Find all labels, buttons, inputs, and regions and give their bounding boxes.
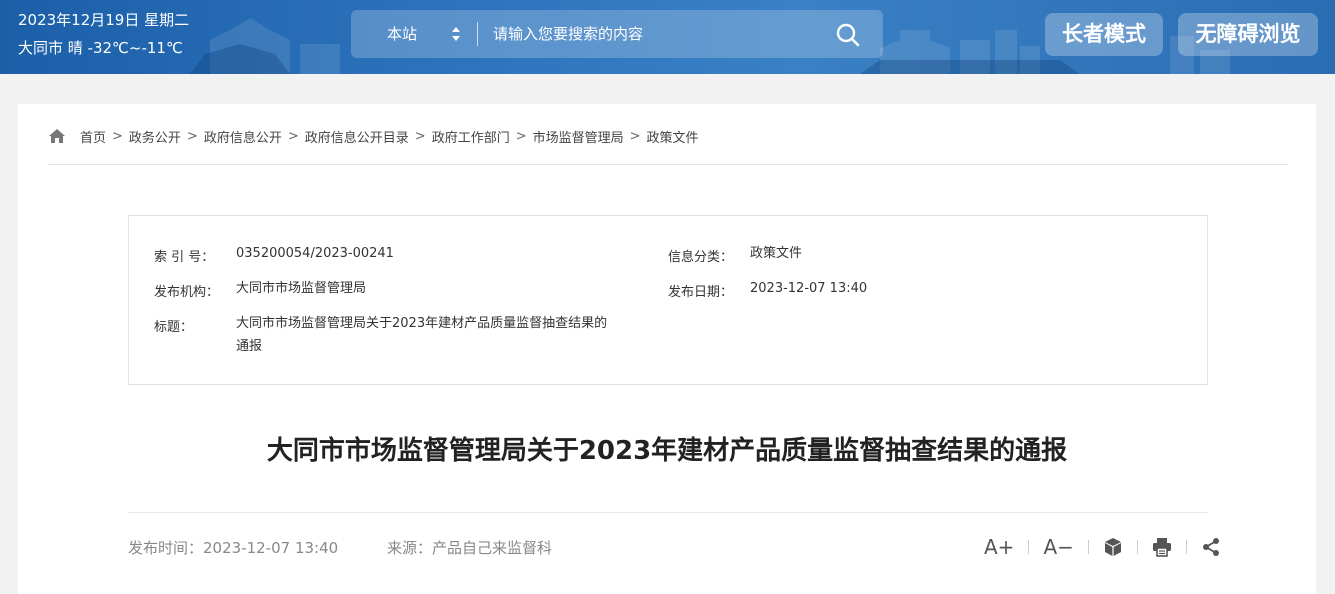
title-value-line2: 通报 <box>236 339 263 354</box>
font-decrease-button[interactable]: A− <box>1043 535 1073 559</box>
breadcrumb-gov-affairs[interactable]: 政务公开 <box>129 127 181 146</box>
title-value-line1: 大同市市场监督管理局关于2023年建材产品质量监督抽查结果的 <box>236 316 608 331</box>
search-icon[interactable] <box>835 22 861 48</box>
content-panel: 首页 > 政务公开 > 政府信息公开 > 政府信息公开目录 > 政府工作部门 >… <box>18 104 1316 594</box>
breadcrumb-separator: > <box>629 128 641 144</box>
publish-time: 发布时间：2023-12-07 13:40 <box>128 539 339 557</box>
breadcrumb-policy-docs[interactable]: 政策文件 <box>647 127 699 146</box>
breadcrumb-divider <box>48 164 1288 165</box>
org-value: 大同市市场监督管理局 <box>236 281 367 296</box>
weather-info: 大同市 晴 -32℃~-11℃ <box>18 39 183 57</box>
breadcrumb-separator: > <box>414 128 426 144</box>
accessibility-button[interactable]: 无障碍浏览 <box>1178 13 1318 56</box>
home-icon[interactable] <box>48 128 66 144</box>
print-icon[interactable] <box>1152 537 1172 557</box>
article-title: 大同市市场监督管理局关于2023年建材产品质量监督抽查结果的通报 <box>266 436 1068 466</box>
breadcrumb-departments[interactable]: 政府工作部门 <box>432 127 510 146</box>
search-scope-select[interactable]: 本站 <box>387 10 417 58</box>
toolbar-separator <box>1028 540 1030 554</box>
index-value: 035200054/2023-00241 <box>236 246 394 261</box>
share-icon[interactable] <box>1201 537 1221 557</box>
category-label: 信息分类： <box>668 250 734 265</box>
elder-mode-button[interactable]: 长者模式 <box>1045 13 1163 56</box>
breadcrumb-info-catalog[interactable]: 政府信息公开目录 <box>305 127 409 146</box>
site-header: 2023年12月19日 星期二 大同市 晴 -32℃~-11℃ 本站 长者模式 … <box>0 0 1335 74</box>
toolbar-separator <box>1087 540 1089 554</box>
document-metadata-box: 索 引 号： 035200054/2023-00241 信息分类： 政策文件 发… <box>128 215 1208 385</box>
org-label: 发布机构： <box>154 285 220 300</box>
date-value: 2023-12-07 13:40 <box>750 281 868 296</box>
sort-arrows-icon[interactable] <box>451 24 461 44</box>
title-label: 标题： <box>154 320 194 335</box>
article-toolbar: A+ A− <box>984 532 1221 562</box>
article-source: 来源：产品自己来监督科 <box>387 539 553 557</box>
breadcrumb: 首页 > 政务公开 > 政府信息公开 > 政府信息公开目录 > 政府工作部门 >… <box>48 124 699 148</box>
date-label: 发布日期： <box>668 285 734 300</box>
breadcrumb-gov-info[interactable]: 政府信息公开 <box>204 127 282 146</box>
current-date: 2023年12月19日 星期二 <box>18 11 190 29</box>
search-bar: 本站 <box>351 10 883 58</box>
toolbar-separator <box>1185 540 1187 554</box>
breadcrumb-home[interactable]: 首页 <box>80 127 106 146</box>
breadcrumb-separator: > <box>186 128 198 144</box>
font-increase-button[interactable]: A+ <box>984 535 1014 559</box>
cube-icon[interactable] <box>1103 537 1123 557</box>
breadcrumb-separator: > <box>112 128 123 144</box>
search-divider <box>477 22 478 46</box>
breadcrumb-market-bureau[interactable]: 市场监督管理局 <box>533 127 624 146</box>
breadcrumb-separator: > <box>515 128 527 144</box>
category-value: 政策文件 <box>750 246 803 261</box>
breadcrumb-separator: > <box>287 128 299 144</box>
title-divider <box>128 512 1208 513</box>
search-input[interactable] <box>493 19 823 49</box>
index-label: 索 引 号： <box>154 250 215 265</box>
toolbar-separator <box>1136 540 1138 554</box>
